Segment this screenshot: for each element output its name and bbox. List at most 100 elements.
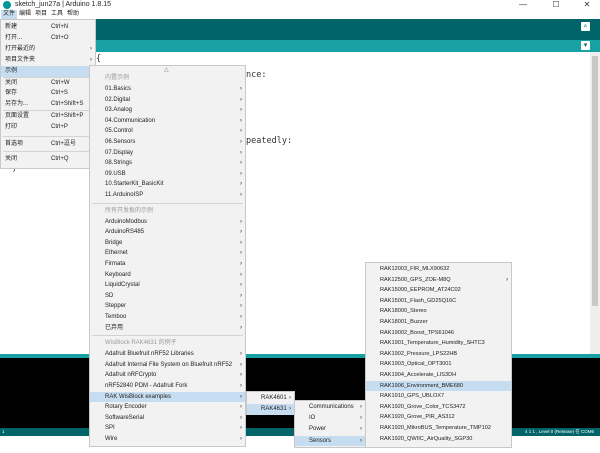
shortcut-text: Ctrl+O (51, 35, 69, 41)
example-item[interactable]: 已弃用 › (90, 323, 245, 334)
example-item[interactable]: Adafruit nRFCrypto › (90, 370, 245, 381)
menu-tools[interactable]: 工具 (49, 10, 65, 19)
example-item[interactable]: Bridge › (90, 238, 245, 249)
example-item[interactable]: 06.Sensors › (90, 137, 245, 148)
example-item[interactable]: 08.Strings › (90, 158, 245, 169)
file-menu-item[interactable]: 示例› (1, 66, 95, 77)
sensor-example-item[interactable]: RAK1920_Grove_Color_TCS3472 (366, 402, 511, 413)
example-item[interactable]: 04.Communication › (90, 116, 245, 127)
example-item[interactable]: Firmata › (90, 259, 245, 270)
menu-section-header-label: 所有开发板的示例 (105, 207, 154, 214)
sensor-example-item[interactable]: RAK1906_Environment_BME680 (366, 380, 511, 392)
rak-board-item[interactable]: RAK4601 › (247, 393, 294, 404)
example-item[interactable]: Ethernet › (90, 248, 245, 259)
sensor-example-item[interactable]: RAK12003_FIR_MLX90632 (366, 264, 511, 275)
file-menu: 新建 Ctrl+N 打开... Ctrl+O 打开最近的 › 项目文件夹 › 示例› 关闭 Ctrl… (0, 19, 96, 169)
chevron-right-icon: › (240, 351, 242, 358)
scroll-up-icon[interactable]: △ (164, 66, 169, 73)
sensor-example-item[interactable]: RAK19002_Boost_TPS61046 (366, 328, 511, 339)
shortcut-text: Ctrl+逗号 (51, 141, 76, 147)
example-item[interactable]: 07.Display › (90, 148, 245, 159)
file-menu-item[interactable]: 保存 Ctrl+S (1, 88, 95, 99)
example-item[interactable]: 05.Control › (90, 126, 245, 137)
example-item[interactable]: LiquidCrystal › (90, 280, 245, 291)
example-item[interactable]: Stepper › (90, 301, 245, 312)
example-item[interactable]: Keyboard › (90, 270, 245, 281)
menu-help[interactable]: 帮助 (65, 10, 81, 19)
sensor-example-item[interactable]: RAK1904_Accelerate_LIS3DH (366, 370, 511, 381)
file-menu-item[interactable]: 项目文件夹 › (1, 55, 95, 66)
file-menu-item-label: 打开... (5, 35, 23, 41)
example-item[interactable]: 09.USB › (90, 169, 245, 180)
file-menu-item[interactable]: 首选项 Ctrl+逗号 (1, 139, 95, 150)
example-item[interactable]: 02.Digital › (90, 95, 245, 106)
example-item-label: ArduinoRS485 (105, 229, 145, 236)
example-item[interactable]: SPI › (90, 423, 245, 434)
chevron-right-icon: › (240, 314, 242, 320)
sensor-example-item[interactable]: RAK18001_Buzzer (366, 317, 511, 328)
close-button[interactable]: ✕ (576, 0, 598, 10)
example-item[interactable]: 01.Basics › (90, 84, 245, 95)
example-item[interactable]: 11.ArduinoISP › (90, 190, 245, 201)
editor-scrollbar[interactable] (590, 52, 600, 354)
sensor-example-item[interactable]: RAK1901_Temperature_Humidity_SHTC3 (366, 338, 511, 349)
example-item[interactable]: RAK WisBlock examples › (90, 391, 245, 403)
category-item[interactable]: IO › (295, 413, 365, 424)
example-item[interactable]: Wire › (90, 434, 245, 445)
sensor-example-item-label: RAK1903_Optical_OPT3001 (380, 361, 452, 368)
sensor-example-item[interactable]: RAK12500_GPS_ZOE-M8Q › (366, 275, 511, 286)
chevron-right-icon: › (240, 250, 242, 257)
category-item[interactable]: Communications › (295, 402, 365, 413)
maximize-button[interactable]: ☐ (545, 0, 567, 10)
example-item[interactable]: ArduinoRS485 › (90, 227, 245, 238)
sensor-example-item[interactable]: RAK15001_Flash_GD25Q16C (366, 296, 511, 307)
file-menu-item[interactable]: 打开... Ctrl+O (1, 33, 95, 44)
rak-board-item[interactable]: RAK4631 › (247, 404, 294, 415)
file-menu-item[interactable]: 打印 Ctrl+P (1, 122, 95, 133)
file-menu-item[interactable]: 关闭 Ctrl+W (1, 78, 95, 89)
minimize-button[interactable]: — (512, 0, 534, 10)
example-item-label: Wire (105, 436, 118, 442)
sensor-example-item[interactable]: RAK18000_Stereo (366, 306, 511, 317)
example-item-label: Firmata (105, 261, 126, 267)
file-menu-item[interactable]: 打开最近的 › (1, 44, 95, 55)
serial-monitor-icon[interactable]: ⌕ (581, 22, 590, 31)
example-item[interactable]: Adafruit Internal File System on Bluefru… (90, 360, 245, 371)
rak4631-menu: Communications › IO › Power › Sensors › (294, 400, 366, 448)
example-item[interactable]: ArduinoModbus › (90, 217, 245, 228)
file-menu-item[interactable]: 新建 Ctrl+N (1, 22, 95, 33)
example-item[interactable]: 10.StarterKit_BasicKit › (90, 179, 245, 190)
chevron-right-icon: › (289, 395, 291, 401)
scroll-thumb[interactable] (592, 56, 598, 306)
sensor-example-item[interactable]: RAK1902_Pressure_LPS22HB (366, 349, 511, 360)
sensor-example-item[interactable]: RAK1920_MikroBUS_Temperature_TMP102 (366, 423, 511, 434)
example-item[interactable]: nRF52840 PDM - Adafruit Fork › (90, 381, 245, 392)
example-item[interactable]: Temboo › (90, 312, 245, 323)
chevron-right-icon: › (240, 96, 242, 103)
category-item[interactable]: Power › (295, 424, 365, 435)
sensor-example-item[interactable]: RAK15000_EEPROM_AT24C02 (366, 285, 511, 296)
example-item-label: RAK WisBlock examples (105, 393, 172, 400)
example-item[interactable]: SoftwareSerial › (90, 413, 245, 424)
category-item-label: Power (309, 426, 327, 433)
shortcut-text: Ctrl+N (51, 24, 69, 30)
sensor-example-item[interactable]: RAK1910_GPS_UBLOX7 (366, 391, 511, 402)
tab-menu-icon[interactable]: ▾ (581, 41, 590, 50)
file-menu-item[interactable]: 另存为... Ctrl+Shift+S (1, 99, 95, 110)
menu-project[interactable]: 项目 (33, 10, 49, 19)
example-item[interactable]: 03.Analog › (90, 105, 245, 116)
file-menu-item[interactable]: 关闭 Ctrl+Q (1, 154, 95, 165)
file-menu-item[interactable]: 页面设置 Ctrl+Shift+P (1, 111, 95, 122)
menu-edit[interactable]: 编辑 (17, 10, 33, 19)
example-item[interactable]: Rotary Encoder › (90, 402, 245, 413)
chevron-right-icon: › (90, 46, 92, 52)
example-item[interactable]: SD › (90, 291, 245, 302)
board-status: 4 1 1 , Level 0 (Release) 在 COM6 (524, 429, 594, 434)
sensor-example-item[interactable]: RAK1903_Optical_OPT3001 (366, 359, 511, 370)
category-item[interactable]: Sensors › (295, 435, 365, 447)
menu-file[interactable]: 文件 (1, 10, 18, 19)
example-item[interactable]: Adafruit Bluefruit nRF52 Libraries › (90, 349, 245, 360)
sensor-example-item[interactable]: RAK1920_Grove_PIR_AS312 (366, 412, 511, 423)
chevron-right-icon: › (240, 303, 242, 310)
sensor-example-item[interactable]: RAK1920_QWIIC_AirQuality_SGP30 (366, 434, 511, 445)
